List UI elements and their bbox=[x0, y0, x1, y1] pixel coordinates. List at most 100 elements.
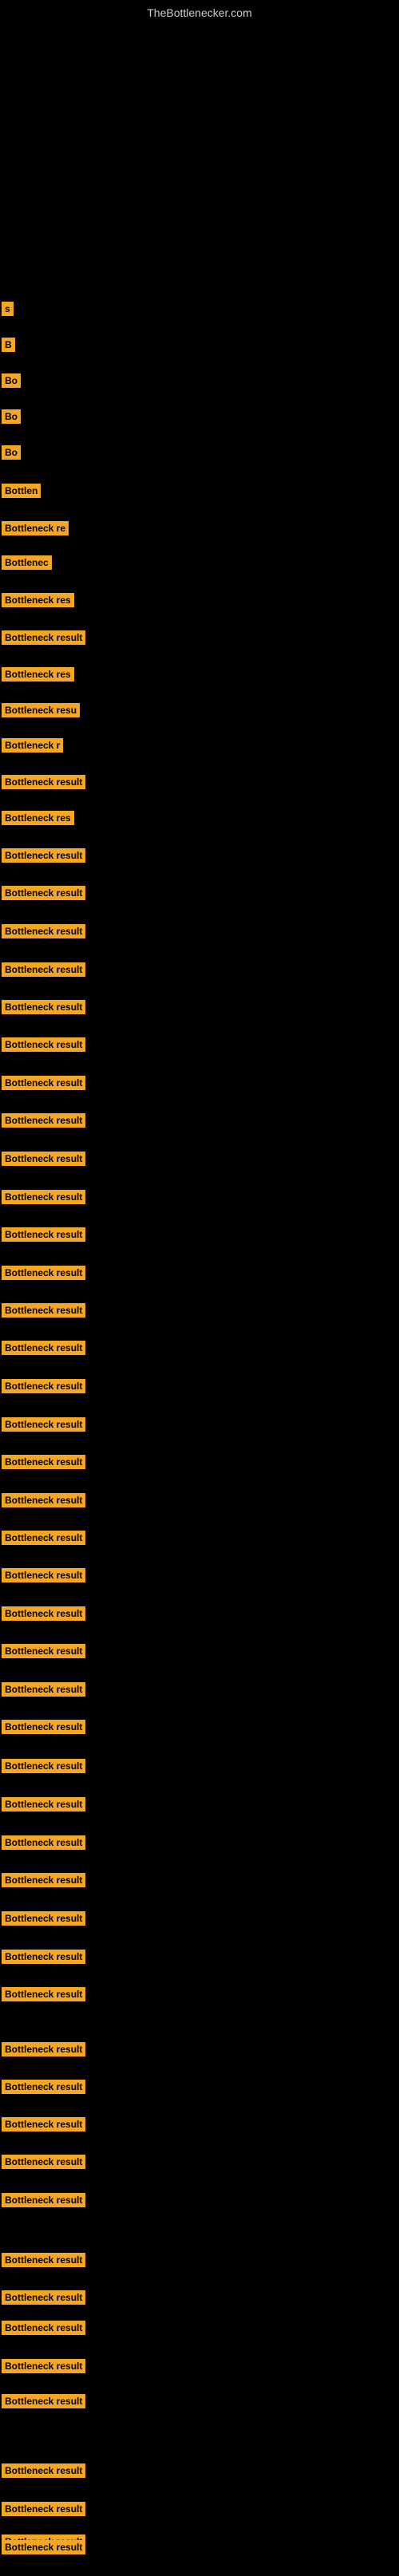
bottleneck-label: Bo bbox=[2, 373, 21, 388]
bottleneck-label: Bottleneck result bbox=[2, 2117, 85, 2132]
bottleneck-result-row: Bottleneck result bbox=[2, 2193, 85, 2211]
bottleneck-result-row: Bottleneck result bbox=[2, 2117, 85, 2135]
bottleneck-result-row: Bottleneck result bbox=[2, 1682, 85, 1701]
bottleneck-label: Bottlen bbox=[2, 484, 41, 498]
bottleneck-result-row: Bottlenec bbox=[2, 555, 52, 574]
bottleneck-result-row: Bottleneck result bbox=[2, 2253, 85, 2271]
bottleneck-label: Bottleneck result bbox=[2, 1911, 85, 1926]
bottleneck-label: Bottleneck result bbox=[2, 1000, 85, 1014]
bottleneck-result-row: Bottleneck result bbox=[2, 1037, 85, 1056]
bottleneck-result-row: Bottleneck result bbox=[2, 630, 85, 649]
bottleneck-result-row: Bottleneck result bbox=[2, 2290, 85, 2309]
bottleneck-result-row: Bottleneck result bbox=[2, 1531, 85, 1549]
bottleneck-label: Bottleneck result bbox=[2, 1455, 85, 1469]
bottleneck-result-row: Bo bbox=[2, 445, 21, 464]
bottleneck-result-row: Bottleneck result bbox=[2, 1227, 85, 1246]
bottleneck-label: Bottleneck result bbox=[2, 1303, 85, 1318]
bottleneck-label: Bottleneck result bbox=[2, 1190, 85, 1204]
bottleneck-result-row: Bottleneck result bbox=[2, 2359, 85, 2377]
bottleneck-label: Bottleneck result bbox=[2, 1720, 85, 1734]
bottleneck-label: Bottleneck result bbox=[2, 1379, 85, 1393]
bottleneck-result-row: Bottleneck result bbox=[2, 1911, 85, 1930]
bottleneck-result-row: Bo bbox=[2, 373, 21, 392]
bottleneck-label: Bottleneck result bbox=[2, 962, 85, 977]
bottleneck-result-row: Bottleneck result bbox=[2, 1379, 85, 1397]
bottleneck-label: Bottleneck result bbox=[2, 1037, 85, 1052]
bottleneck-label: Bottleneck res bbox=[2, 667, 74, 682]
bottleneck-label: Bo bbox=[2, 445, 21, 460]
bottleneck-result-row: Bottleneck result bbox=[2, 1835, 85, 1854]
bottleneck-result-row: Bottleneck result bbox=[2, 848, 85, 867]
bottleneck-result-row: Bottleneck result bbox=[2, 924, 85, 942]
bottleneck-label: Bottleneck result bbox=[2, 2253, 85, 2267]
bottleneck-label: Bottleneck result bbox=[2, 2321, 85, 2335]
bottleneck-label: Bottleneck result bbox=[2, 630, 85, 645]
bottleneck-label: Bottleneck result bbox=[2, 1493, 85, 1507]
bottleneck-label: Bottleneck result bbox=[2, 1227, 85, 1242]
bottleneck-result-row: Bottleneck result bbox=[2, 2394, 85, 2412]
bottleneck-label: Bottleneck result bbox=[2, 2502, 85, 2516]
bottleneck-result-row: Bottleneck result bbox=[2, 1568, 85, 1586]
bottleneck-label: Bottlenec bbox=[2, 555, 52, 570]
bottleneck-result-row: Bottleneck result bbox=[2, 1341, 85, 1359]
bottleneck-label: Bottleneck result bbox=[2, 1950, 85, 1964]
bottleneck-label: Bottleneck resu bbox=[2, 703, 80, 717]
bottleneck-result-row: Bottleneck r bbox=[2, 738, 63, 757]
bottleneck-label: Bo bbox=[2, 409, 21, 424]
bottleneck-result-row: Bottleneck result bbox=[2, 1190, 85, 1208]
bottleneck-label: Bottleneck result bbox=[2, 2359, 85, 2373]
bottleneck-result-row: Bottleneck result bbox=[2, 2502, 85, 2520]
bottleneck-result-row: Bottleneck result bbox=[2, 1493, 85, 1511]
bottleneck-result-row: B bbox=[2, 338, 15, 356]
bottleneck-result-row: Bottleneck result bbox=[2, 1417, 85, 1436]
bottleneck-label: Bottleneck result bbox=[2, 1759, 85, 1773]
bottleneck-result-row: Bottleneck result bbox=[2, 1987, 85, 2005]
bottleneck-result-row: Bottleneck result bbox=[2, 1152, 85, 1170]
bottleneck-result-row: Bottleneck result bbox=[2, 1113, 85, 1132]
bottleneck-label: Bottleneck res bbox=[2, 811, 74, 825]
bottleneck-label: Bottleneck result bbox=[2, 1606, 85, 1621]
site-title: TheBottlenecker.com bbox=[0, 0, 399, 22]
bottleneck-result-row: Bottleneck result bbox=[2, 1950, 85, 1968]
bottleneck-result-row: Bottleneck result bbox=[2, 1076, 85, 1094]
bottleneck-label: Bottleneck result bbox=[2, 2540, 85, 2554]
bottleneck-label: B bbox=[2, 338, 15, 352]
bottleneck-label: s bbox=[2, 302, 14, 316]
bottleneck-result-row: Bottleneck result bbox=[2, 1644, 85, 1662]
bottleneck-label: Bottleneck result bbox=[2, 2193, 85, 2207]
bottleneck-result-row: Bottleneck result bbox=[2, 962, 85, 981]
bottleneck-result-row: Bottleneck result bbox=[2, 1797, 85, 1815]
bottleneck-label: Bottleneck result bbox=[2, 1152, 85, 1166]
bottleneck-result-row: Bottleneck res bbox=[2, 667, 74, 685]
bottleneck-label: Bottleneck result bbox=[2, 2290, 85, 2305]
bottleneck-result-row: Bottleneck result bbox=[2, 1759, 85, 1777]
bottleneck-result-row: Bottleneck result bbox=[2, 2080, 85, 2098]
bottleneck-label: Bottleneck result bbox=[2, 1266, 85, 1280]
bottleneck-label: Bottleneck result bbox=[2, 2394, 85, 2408]
bottleneck-label: Bottleneck result bbox=[2, 775, 85, 789]
bottleneck-result-row: Bottlen bbox=[2, 484, 41, 502]
bottleneck-result-row: Bottleneck result bbox=[2, 775, 85, 793]
bottleneck-result-row: Bottleneck result bbox=[2, 1455, 85, 1473]
bottleneck-label: Bottleneck result bbox=[2, 2042, 85, 2056]
bottleneck-result-row: Bottleneck res bbox=[2, 593, 74, 611]
bottleneck-label: Bottleneck result bbox=[2, 1835, 85, 1850]
bottleneck-result-row: s bbox=[2, 302, 14, 320]
bottleneck-label: Bottleneck result bbox=[2, 1531, 85, 1545]
bottleneck-label: Bottleneck result bbox=[2, 1873, 85, 1887]
bottleneck-label: Bottleneck result bbox=[2, 1113, 85, 1128]
bottleneck-label: Bottleneck result bbox=[2, 1417, 85, 1432]
bottleneck-label: Bottleneck result bbox=[2, 1797, 85, 1811]
bottleneck-result-row: Bottleneck resu bbox=[2, 703, 80, 721]
bottleneck-label: Bottleneck result bbox=[2, 1568, 85, 1582]
bottleneck-label: Bottleneck re bbox=[2, 521, 69, 535]
bottleneck-label: Bottleneck result bbox=[2, 2463, 85, 2478]
bottleneck-result-row: Bottleneck result bbox=[2, 1303, 85, 1322]
bottleneck-result-row: Bottleneck result bbox=[2, 2540, 85, 2558]
bottleneck-label: Bottleneck result bbox=[2, 1987, 85, 2001]
bottleneck-result-row: Bo bbox=[2, 409, 21, 428]
bottleneck-label: Bottleneck res bbox=[2, 593, 74, 607]
bottleneck-label: Bottleneck result bbox=[2, 2080, 85, 2094]
bottleneck-result-row: Bottleneck res bbox=[2, 811, 74, 829]
bottleneck-result-row: Bottleneck result bbox=[2, 2042, 85, 2060]
